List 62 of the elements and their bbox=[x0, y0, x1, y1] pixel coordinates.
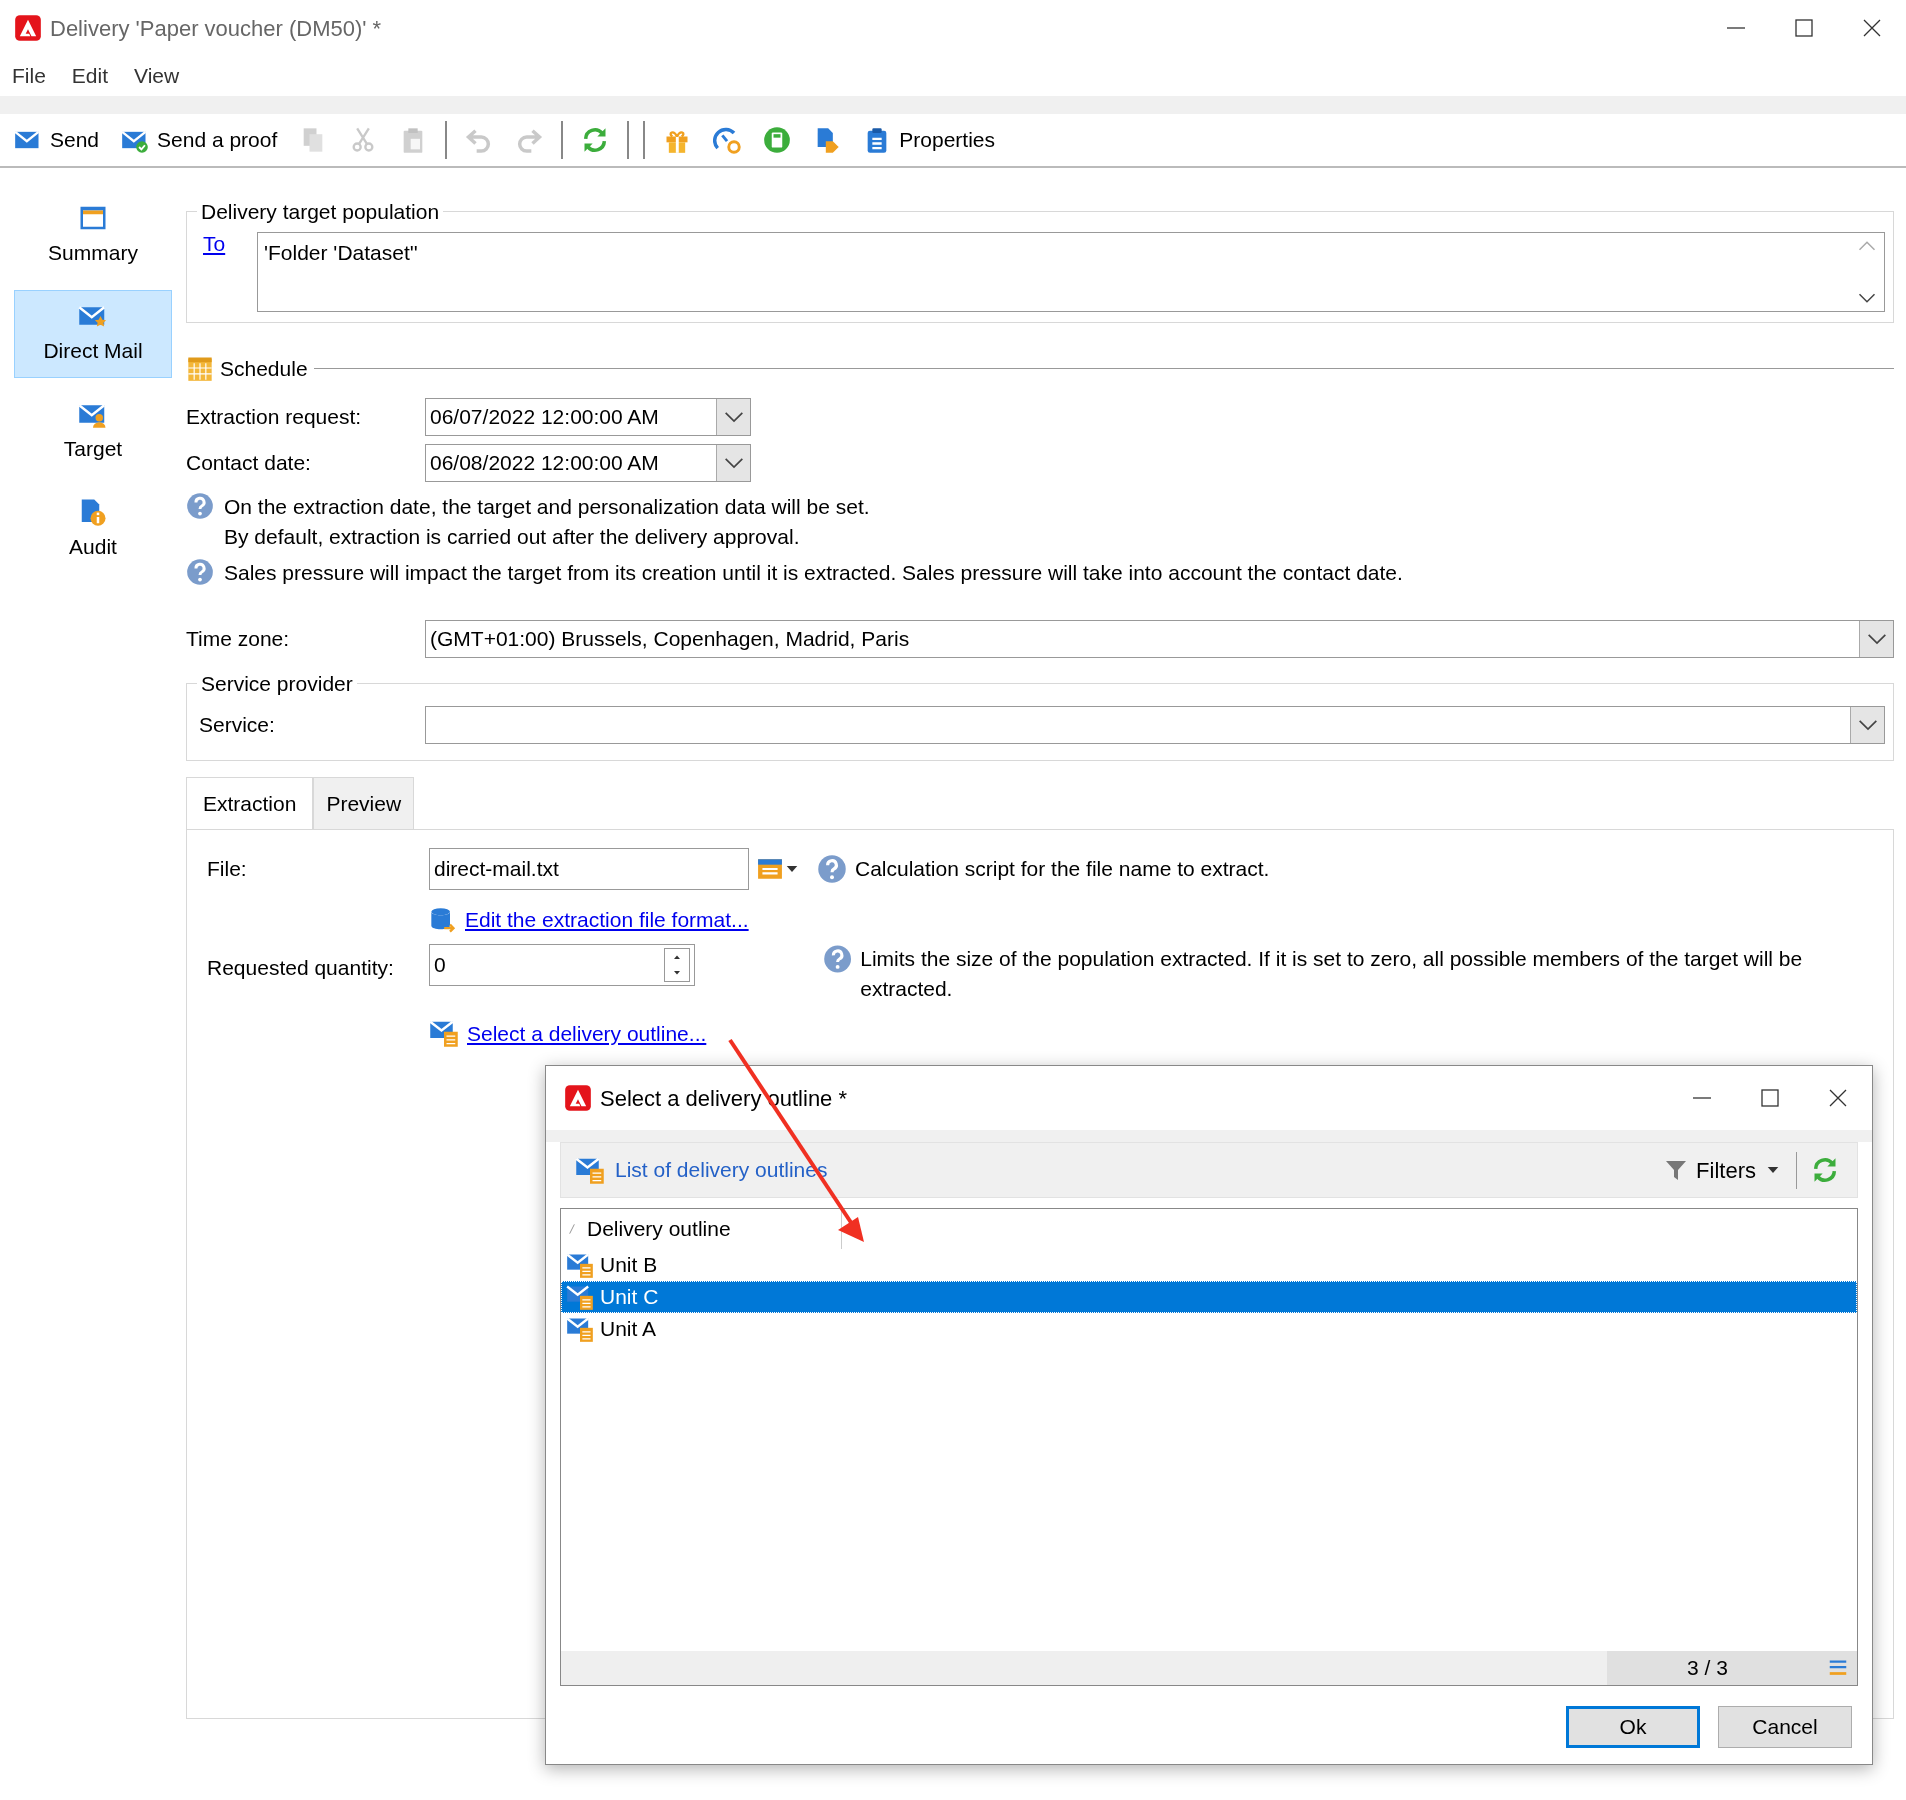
help-icon bbox=[186, 558, 214, 586]
refresh-icon bbox=[1811, 1156, 1839, 1184]
envelope-list-icon bbox=[566, 1315, 594, 1343]
group-title: Service provider bbox=[200, 671, 354, 697]
dialog-button[interactable]: Ok bbox=[1566, 1706, 1700, 1748]
sidebar-item[interactable]: Summary bbox=[14, 192, 172, 280]
sidebar-item[interactable]: Target bbox=[14, 388, 172, 476]
menu-item[interactable]: View bbox=[134, 60, 180, 92]
envelope-list-icon bbox=[566, 1251, 594, 1279]
menu-item[interactable]: Edit bbox=[71, 60, 109, 92]
list-row[interactable]: Unit A bbox=[561, 1313, 1857, 1345]
time-zone-dropdown[interactable]: (GMT+01:00) Brussels, Copenhagen, Madrid, Paris bbox=[425, 620, 1894, 658]
outline-link[interactable]: Select a delivery outline... bbox=[467, 1017, 707, 1049]
app-logo bbox=[564, 1084, 592, 1112]
field-label: Requested quantity: bbox=[207, 954, 395, 981]
toolbar-button[interactable]: Properties bbox=[859, 122, 1000, 158]
date-field[interactable]: 06/07/2022 12:00:00 AM bbox=[425, 398, 751, 436]
help-text: Limits the size of the population extracted. If it is set to zero, all possible members of the target will be extracted. bbox=[860, 945, 1804, 1002]
tab[interactable]: Preview bbox=[313, 776, 415, 829]
filters-button[interactable]: Filters bbox=[1660, 1151, 1797, 1189]
envelope-list-icon bbox=[566, 1283, 594, 1311]
toolbar-button[interactable]: Send bbox=[10, 122, 104, 158]
sidebar-item[interactable]: Audit bbox=[14, 486, 172, 574]
help-text: On the extraction date, the target and personalization data will be set. By default, extraction is carried out after the delivery approval. bbox=[224, 494, 870, 550]
calculator-icon bbox=[763, 126, 792, 154]
maximize-icon[interactable] bbox=[1792, 16, 1816, 40]
envelope-list-icon bbox=[575, 1155, 605, 1185]
format-link[interactable]: Edit the extraction file format... bbox=[465, 904, 749, 936]
sidebar-item[interactable]: Direct Mail bbox=[14, 290, 172, 378]
quantity-spinner[interactable]: 0 bbox=[429, 943, 695, 986]
help-icon bbox=[817, 854, 847, 884]
to-link[interactable]: To bbox=[199, 227, 257, 312]
file-field[interactable]: direct-mail.txt bbox=[429, 848, 749, 890]
help-icon bbox=[823, 943, 853, 974]
gauge-icon bbox=[713, 126, 742, 154]
tab[interactable]: Extraction bbox=[186, 776, 314, 829]
help-icon bbox=[186, 492, 214, 520]
field-label: Contact date: bbox=[186, 450, 312, 477]
list-row[interactable]: Unit B bbox=[561, 1249, 1857, 1281]
envelope-list-icon bbox=[429, 1018, 459, 1049]
field-label: Time zone: bbox=[186, 626, 291, 653]
help-text: Calculation script for the file name to extract. bbox=[855, 856, 1270, 883]
dialog-button[interactable]: Cancel bbox=[1718, 1706, 1852, 1748]
window-title: Delivery 'Paper voucher (DM50)' * bbox=[50, 14, 382, 43]
filter-icon bbox=[1664, 1158, 1689, 1182]
maximize-icon[interactable] bbox=[1758, 1086, 1782, 1110]
field-label: Extraction request: bbox=[186, 404, 363, 431]
record-count: 3 / 3 bbox=[1687, 1655, 1728, 1682]
file-list-icon bbox=[757, 856, 783, 882]
target-field[interactable]: 'Folder 'Dataset'' bbox=[257, 231, 1885, 312]
section-title: Schedule bbox=[220, 355, 308, 382]
group-title: Delivery target population bbox=[200, 199, 441, 225]
list-row[interactable]: Unit C bbox=[561, 1281, 1857, 1313]
help-text: Sales pressure will impact the target from its creation until it is extracted. Sales pressure will take into account the contact date. bbox=[224, 560, 1403, 586]
menu-item[interactable]: File bbox=[12, 60, 46, 92]
date-field[interactable]: 06/08/2022 12:00:00 AM bbox=[425, 444, 751, 482]
service-field[interactable] bbox=[425, 705, 1885, 744]
toolbar-button[interactable]: Send a proof bbox=[117, 122, 282, 158]
database-icon bbox=[429, 905, 457, 934]
field-label: File: bbox=[207, 856, 248, 883]
field-label: Service: bbox=[199, 711, 276, 738]
app-logo bbox=[14, 14, 42, 42]
